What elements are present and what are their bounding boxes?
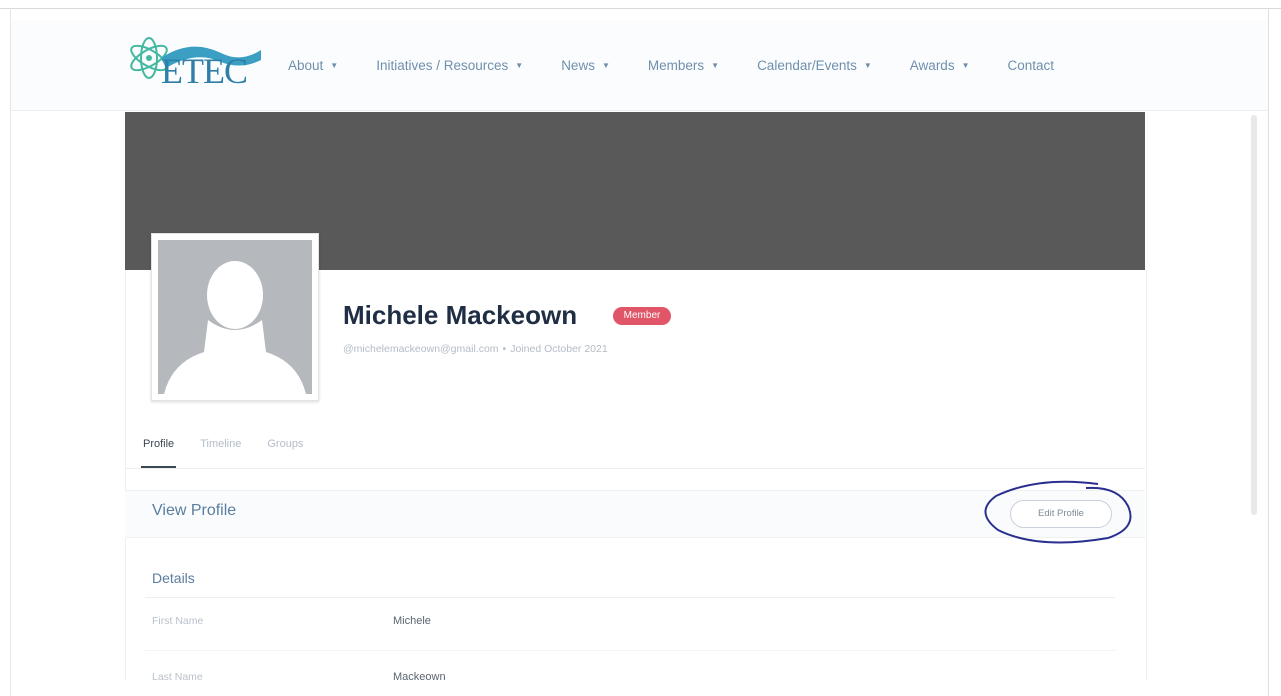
nav-initiatives-resources[interactable]: Initiatives / Resources ▼ bbox=[376, 58, 523, 73]
nav-contact[interactable]: Contact bbox=[1008, 58, 1055, 73]
caret-down-icon: ▼ bbox=[961, 61, 970, 70]
avatar[interactable] bbox=[151, 233, 319, 401]
scrollbar-thumb[interactable] bbox=[1251, 115, 1257, 515]
logo-text: ETEC bbox=[161, 51, 248, 91]
nav-calendar-events[interactable]: Calendar/Events ▼ bbox=[757, 58, 872, 73]
meta-separator: • bbox=[502, 343, 507, 355]
nav-news[interactable]: News ▼ bbox=[561, 58, 610, 73]
profile-name: Michele Mackeown bbox=[343, 300, 578, 330]
tab-groups[interactable]: Groups bbox=[267, 438, 303, 450]
first-name-label: First Name bbox=[152, 615, 204, 627]
first-name-value: Michele bbox=[393, 615, 431, 627]
tab-timeline[interactable]: Timeline bbox=[200, 438, 241, 450]
tab-profile[interactable]: Profile bbox=[140, 438, 177, 468]
default-avatar-icon bbox=[158, 240, 312, 394]
nav-label: About bbox=[288, 58, 324, 73]
last-name-value: Mackeown bbox=[393, 671, 446, 683]
nav-members[interactable]: Members ▼ bbox=[648, 58, 719, 73]
caret-down-icon: ▼ bbox=[515, 61, 524, 70]
nav-awards[interactable]: Awards ▼ bbox=[910, 58, 970, 73]
window-border-top bbox=[0, 8, 1281, 9]
view-profile-title: View Profile bbox=[152, 502, 237, 519]
nav-label: News bbox=[561, 58, 595, 73]
details-divider bbox=[145, 597, 1115, 598]
nav-label: Members bbox=[647, 58, 705, 73]
details-heading: Details bbox=[152, 570, 195, 586]
profile-joined: Joined October 2021 bbox=[510, 343, 608, 355]
caret-down-icon: ▼ bbox=[863, 61, 872, 70]
caret-down-icon: ▼ bbox=[711, 61, 720, 70]
hand-drawn-circle-annotation bbox=[984, 480, 1132, 544]
window-border-left bbox=[10, 8, 11, 696]
row-divider bbox=[145, 650, 1115, 651]
nav-label: Contact bbox=[1007, 58, 1055, 73]
last-name-label: Last Name bbox=[152, 671, 203, 683]
main-nav: About ▼ Initiatives / Resources ▼ News ▼… bbox=[288, 58, 1054, 73]
nav-label: Awards bbox=[909, 58, 955, 73]
caret-down-icon: ▼ bbox=[330, 61, 339, 70]
nav-about[interactable]: About ▼ bbox=[288, 58, 338, 73]
profile-handle: @michelemackeown@gmail.com bbox=[343, 343, 499, 355]
profile-meta: @michelemackeown@gmail.com • Joined Octobe… bbox=[343, 343, 608, 355]
nav-label: Calendar/Events bbox=[757, 58, 857, 73]
window-border-right bbox=[1268, 8, 1269, 696]
caret-down-icon: ▼ bbox=[601, 61, 610, 70]
tabs-divider bbox=[125, 468, 1145, 469]
site-header: ETEC About ▼ Initiatives / Resources ▼ N… bbox=[11, 20, 1268, 111]
profile-tabs: Profile Timeline Groups bbox=[140, 438, 329, 468]
etec-logo[interactable]: ETEC bbox=[121, 28, 271, 98]
nav-label: Initiatives / Resources bbox=[376, 58, 509, 73]
member-badge: Member bbox=[613, 307, 671, 325]
